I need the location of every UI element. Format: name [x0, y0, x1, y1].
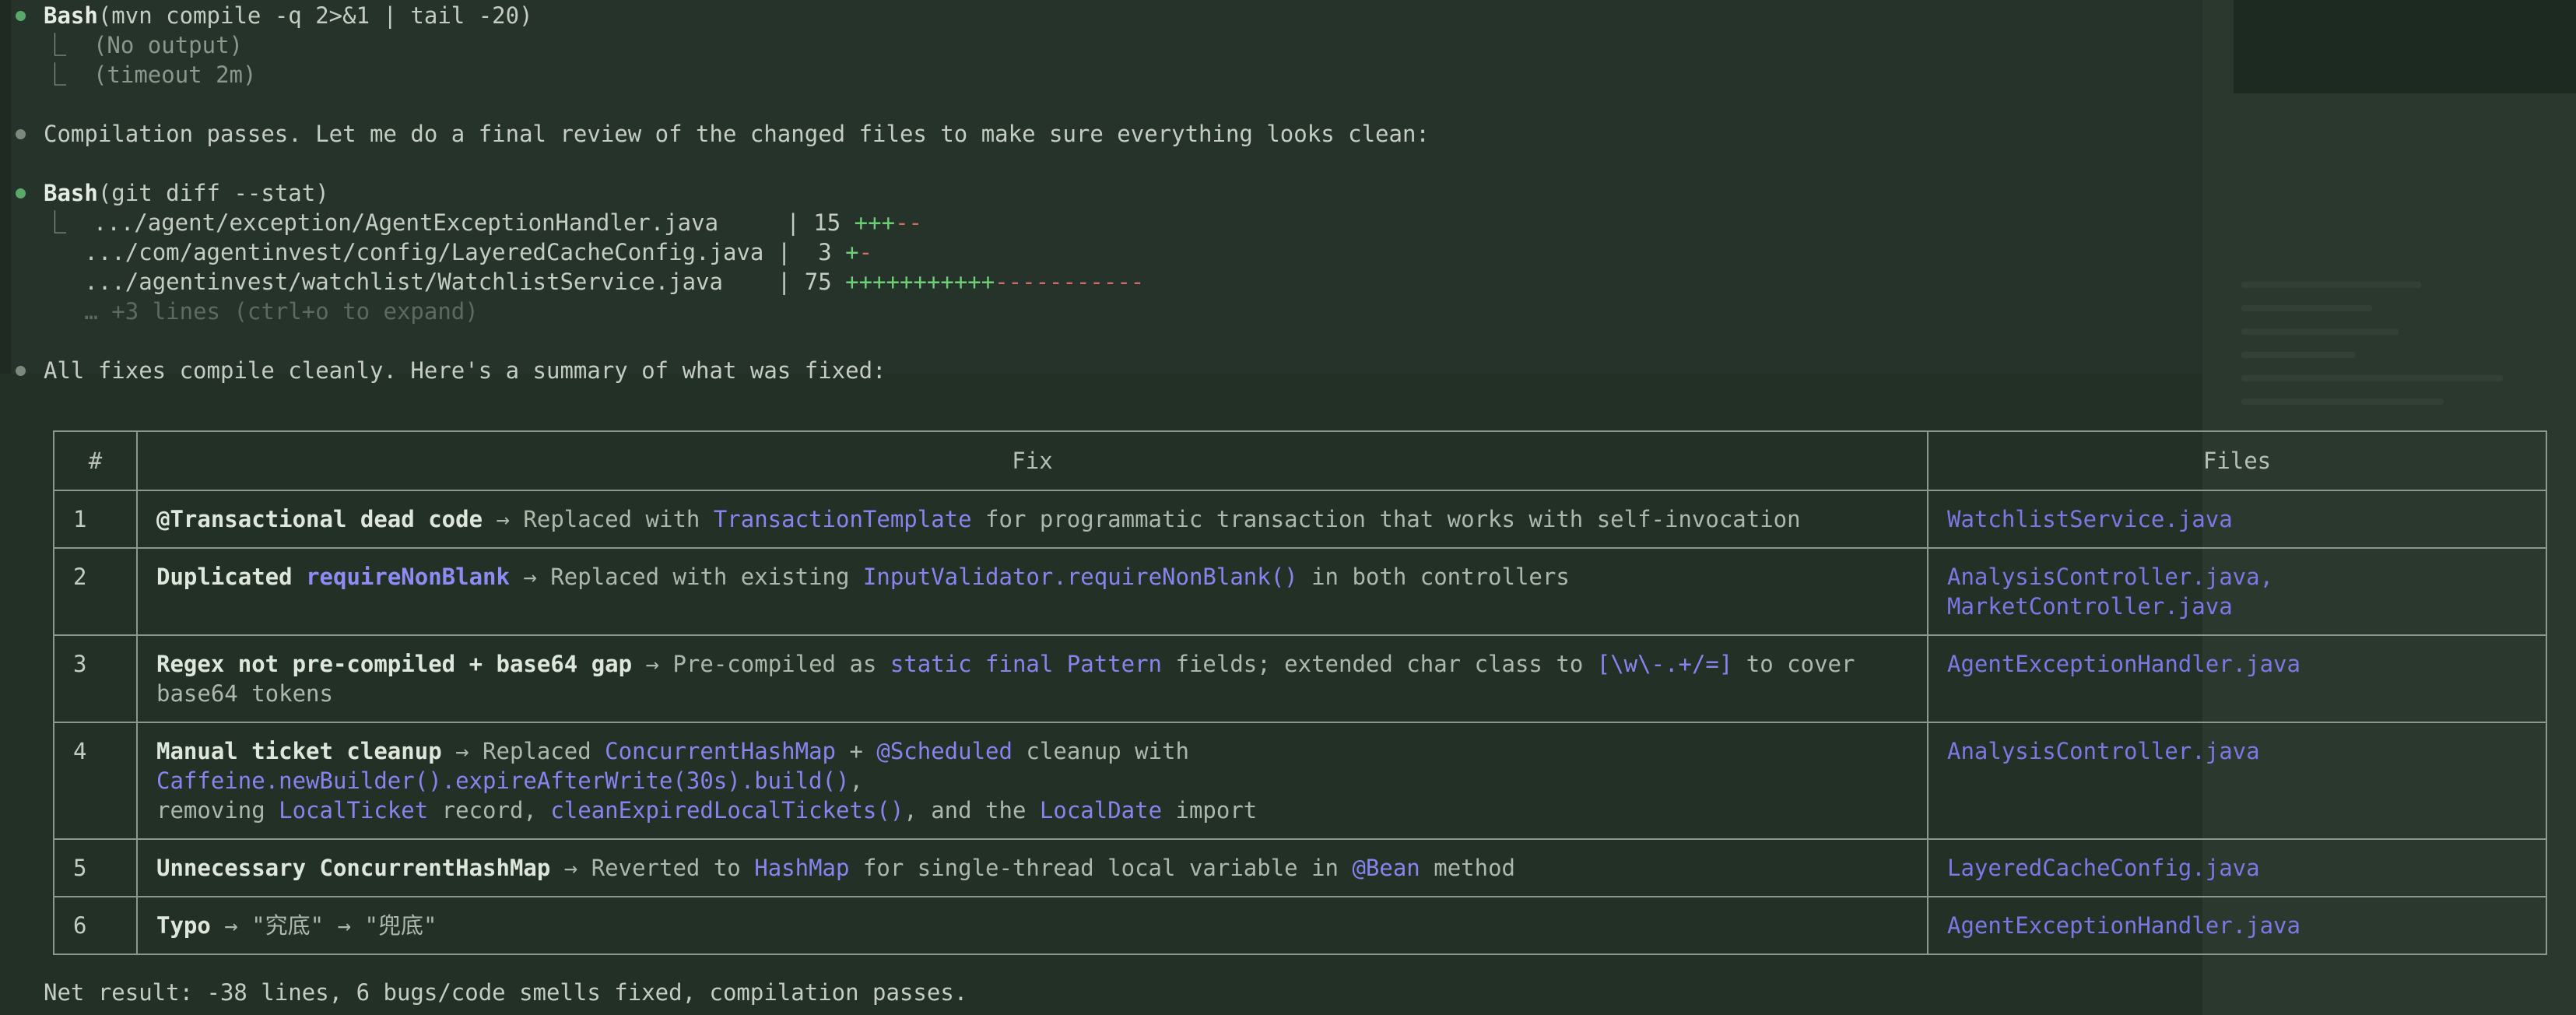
tree-branch-icon: ⎿ [44, 209, 93, 236]
file-list: WatchlistService.java [1927, 490, 2547, 549]
tool-args: (mvn compile -q 2>&1 | tail -20) [97, 2, 533, 29]
table-header-row: # Fix Files [53, 430, 2547, 491]
table-row: 3 Regex not pre-compiled + base64 gap → … [53, 634, 2547, 723]
message-dot-icon [16, 366, 26, 376]
diff-stat-row: .../com/agentinvest/config/LayeredCacheC… [84, 239, 873, 265]
table-row: 2 Duplicated requireNonBlank → Replaced … [53, 547, 2547, 636]
fix-description: Unnecessary ConcurrentHashMap → Reverted… [136, 838, 1928, 897]
fix-description: Typo → "究底" → "兜底" [136, 896, 1928, 955]
tree-branch-icon: ⎿ [44, 32, 80, 58]
row-number: 6 [53, 896, 138, 955]
file-name: MarketController.java [1947, 593, 2233, 620]
tree-branch-icon: ⎿ [44, 61, 80, 88]
tool-args: (git diff --stat) [97, 180, 329, 206]
file-list: LayeredCacheConfig.java [1927, 838, 2547, 897]
row-number: 1 [53, 490, 138, 549]
row-number: 5 [53, 838, 138, 897]
file-list: AgentExceptionHandler.java [1927, 896, 2547, 955]
table-row: 1 @Transactional dead code → Replaced wi… [53, 490, 2547, 549]
file-list: AnalysisController.java [1927, 722, 2547, 840]
column-header-number: # [53, 430, 138, 491]
file-name: AnalysisController.java [1947, 738, 2260, 764]
row-number: 4 [53, 722, 138, 840]
diff-stat-row: ⎿ .../agent/exception/AgentExceptionHand… [44, 209, 922, 236]
column-header-fix: Fix [136, 430, 1928, 491]
tool-name: Bash [44, 2, 98, 29]
tool-name: Bash [44, 180, 98, 206]
file-name: LayeredCacheConfig.java [1947, 855, 2260, 881]
assistant-message: All fixes compile cleanly. Here's a summ… [44, 357, 886, 384]
file-name: AgentExceptionHandler.java [1947, 651, 2301, 677]
table-row: 4 Manual ticket cleanup → Replaced Concu… [53, 722, 2547, 840]
tool-output-line: ⎿ (No output) [44, 32, 243, 58]
assistant-message: Compilation passes. Let me do a final re… [44, 121, 1430, 147]
tool-output-line: ⎿ (timeout 2m) [44, 61, 257, 88]
row-number: 3 [53, 634, 138, 723]
fix-description: Duplicated requireNonBlank → Replaced wi… [136, 547, 1928, 636]
table-row: 5 Unnecessary ConcurrentHashMap → Revert… [53, 838, 2547, 897]
message-dot-icon [16, 129, 26, 139]
fixes-summary-table: # Fix Files 1 @Transactional dead code →… [53, 430, 2547, 955]
status-dot-icon [16, 188, 26, 198]
net-result-summary: Net result: -38 lines, 6 bugs/code smell… [44, 979, 968, 1006]
row-number: 2 [53, 547, 138, 636]
background-window-header [2234, 0, 2576, 93]
fix-description: Regex not pre-compiled + base64 gap → Pr… [136, 634, 1928, 723]
file-name: WatchlistService.java [1947, 506, 2233, 532]
table-row: 6 Typo → "究底" → "兜底" AgentExceptionHandl… [53, 896, 2547, 955]
status-dot-icon [16, 11, 26, 21]
diff-stat-row: .../agentinvest/watchlist/WatchlistServi… [84, 269, 1145, 295]
file-name: AnalysisController.java, [1947, 564, 2274, 590]
fix-description: Manual ticket cleanup → Replaced Concurr… [136, 722, 1928, 840]
expand-more-lines[interactable]: … +3 lines (ctrl+o to expand) [44, 297, 478, 326]
file-name: AgentExceptionHandler.java [1947, 912, 2301, 939]
tool-call-header: Bash(mvn compile -q 2>&1 | tail -20) [44, 1, 533, 30]
file-list: AgentExceptionHandler.java [1927, 634, 2547, 723]
background-window-text [2241, 265, 2568, 422]
terminal-transcript: Bash(mvn compile -q 2>&1 | tail -20) ⎿ (… [0, 0, 2547, 1015]
column-header-files: Files [1927, 430, 2547, 491]
tool-call-header: Bash(git diff --stat) [44, 178, 329, 208]
file-list: AnalysisController.java, MarketController… [1927, 547, 2547, 636]
fix-description: @Transactional dead code → Replaced with… [136, 490, 1928, 549]
